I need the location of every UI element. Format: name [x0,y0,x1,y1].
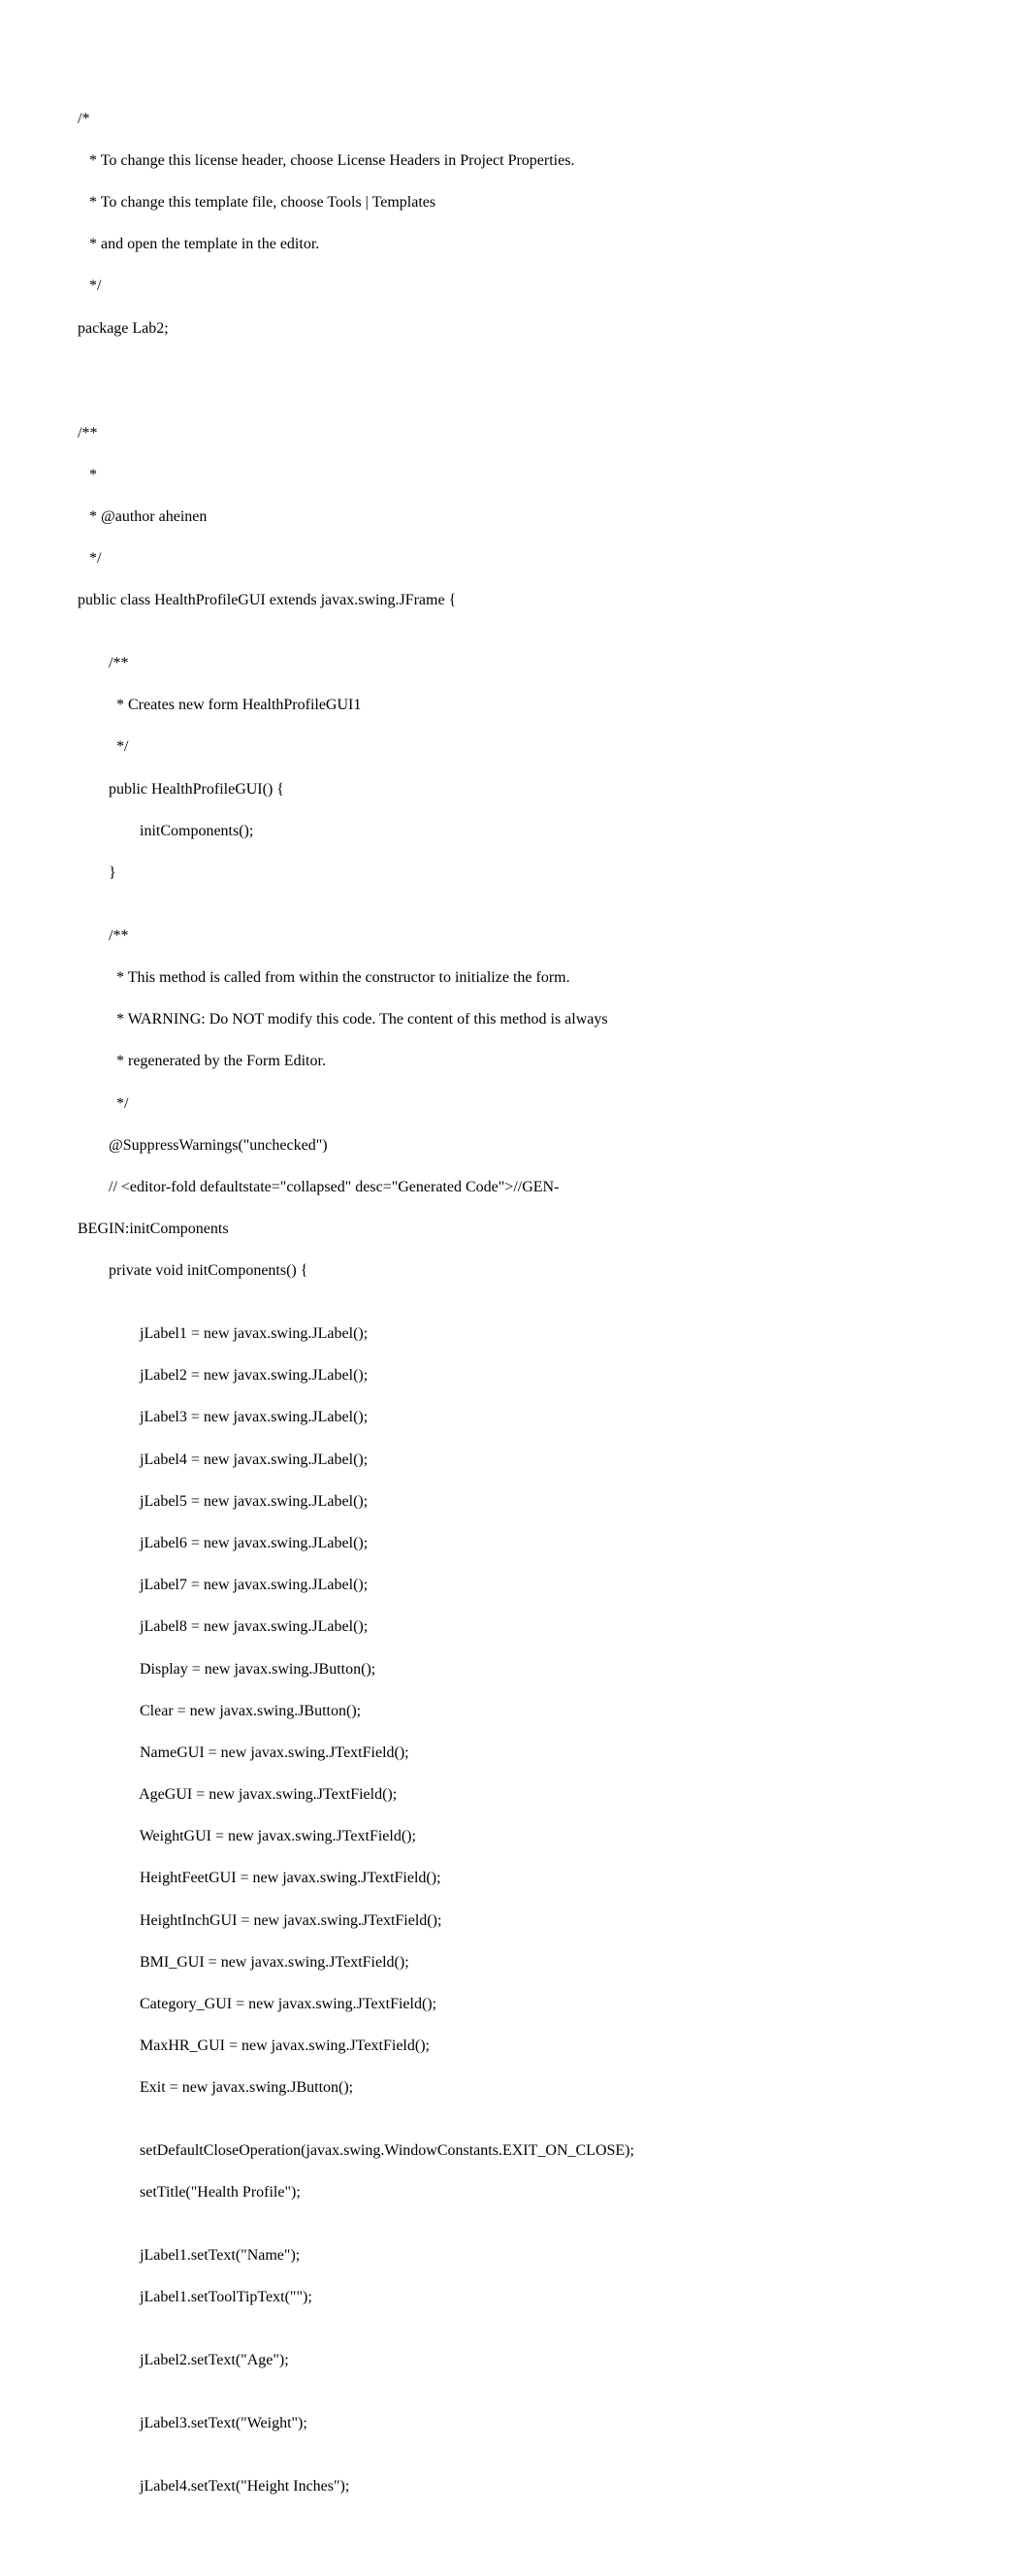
code-line: WeightGUI = new javax.swing.JTextField()… [78,1826,952,1847]
code-line: */ [78,1093,952,1115]
code-line: jLabel2 = new javax.swing.JLabel(); [78,1365,952,1386]
code-line: jLabel4.setText("Height Inches"); [78,2476,952,2497]
code-line: public class HealthProfileGUI extends ja… [78,590,952,611]
code-line: jLabel5 = new javax.swing.JLabel(); [78,1491,952,1513]
code-line: jLabel7 = new javax.swing.JLabel(); [78,1575,952,1596]
code-line: // <editor-fold defaultstate="collapsed"… [78,1177,952,1198]
code-line: * Creates new form HealthProfileGUI1 [78,695,952,716]
code-line: * To change this template file, choose T… [78,192,952,213]
code-line: jLabel1.setText("Name"); [78,2245,952,2266]
code-line: Display = new javax.swing.JButton(); [78,1659,952,1680]
code-line: HeightFeetGUI = new javax.swing.JTextFie… [78,1868,952,1889]
code-line: */ [78,276,952,297]
code-line: AgeGUI = new javax.swing.JTextField(); [78,1784,952,1806]
code-line: /** [78,926,952,947]
code-line: private void initComponents() { [78,1260,952,1282]
code-line: * and open the template in the editor. [78,234,952,255]
code-line: jLabel8 = new javax.swing.JLabel(); [78,1616,952,1638]
code-line: jLabel6 = new javax.swing.JLabel(); [78,1533,952,1554]
code-line: Category_GUI = new javax.swing.JTextFiel… [78,1994,952,2015]
code-line: setTitle("Health Profile"); [78,2182,952,2203]
code-line: } [78,863,952,884]
code-line: jLabel3 = new javax.swing.JLabel(); [78,1407,952,1428]
code-line: jLabel1 = new javax.swing.JLabel(); [78,1323,952,1345]
code-line: * To change this license header, choose … [78,150,952,172]
code-line: public HealthProfileGUI() { [78,779,952,800]
code-line: * @author aheinen [78,506,952,528]
code-line: * WARNING: Do NOT modify this code. The … [78,1009,952,1030]
code-line: HeightInchGUI = new javax.swing.JTextFie… [78,1910,952,1932]
code-line: package Lab2; [78,318,952,340]
code-line: setDefaultCloseOperation(javax.swing.Win… [78,2140,952,2162]
code-line: jLabel2.setText("Age"); [78,2350,952,2371]
code-line: * regenerated by the Form Editor. [78,1051,952,1072]
code-line: jLabel3.setText("Weight"); [78,2413,952,2434]
code-line: /** [78,653,952,674]
code-line: BEGIN:initComponents [78,1219,952,1240]
code-line: Exit = new javax.swing.JButton(); [78,2077,952,2099]
code-line: jLabel4 = new javax.swing.JLabel(); [78,1450,952,1471]
code-line: initComponents(); [78,821,952,842]
code-line: jLabel1.setToolTipText(""); [78,2287,952,2308]
document-page: /* * To change this license header, choo… [0,0,1030,2576]
code-line: /** [78,423,952,444]
code-line: @SuppressWarnings("unchecked") [78,1135,952,1157]
code-line: /* [78,109,952,130]
code-line: NameGUI = new javax.swing.JTextField(); [78,1743,952,1764]
code-line: * This method is called from within the … [78,967,952,989]
code-line: Clear = new javax.swing.JButton(); [78,1701,952,1722]
code-line: BMI_GUI = new javax.swing.JTextField(); [78,1952,952,1973]
code-line: */ [78,736,952,758]
code-line: */ [78,548,952,570]
code-line: * [78,465,952,486]
code-line: MaxHR_GUI = new javax.swing.JTextField()… [78,2036,952,2057]
